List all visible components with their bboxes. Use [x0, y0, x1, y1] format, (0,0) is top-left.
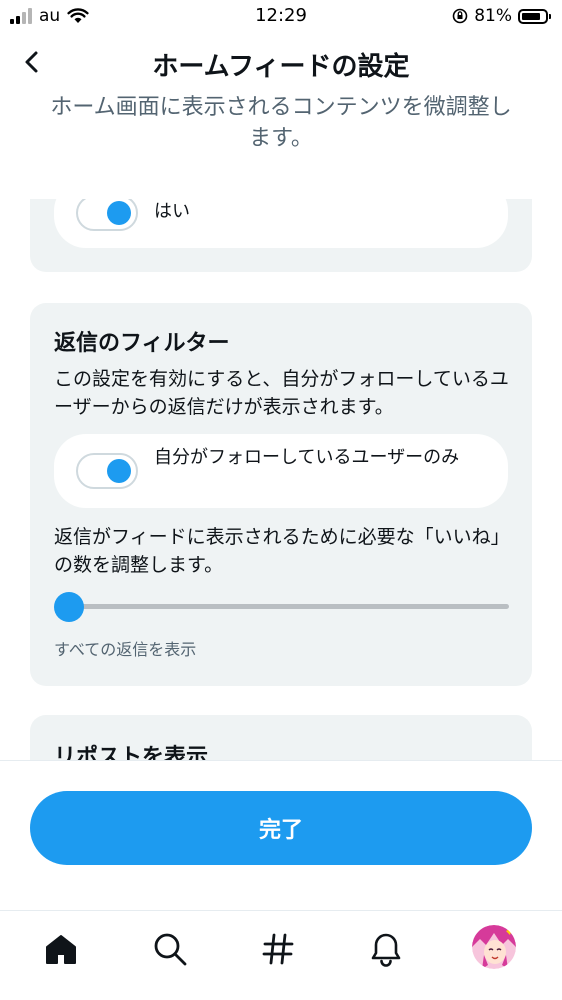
reposts-card: リポストを表示: [30, 715, 532, 760]
tab-home[interactable]: [39, 927, 83, 971]
reply-filter-heading: 返信のフィルター: [54, 331, 230, 356]
reply-filter-description: この設定を有効にすると、自分がフォローしているユーザーからの返信だけが表示されま…: [54, 368, 509, 418]
option-pill: はい: [54, 199, 508, 248]
tab-notifications[interactable]: [364, 927, 408, 971]
toggle-knob: [107, 201, 131, 225]
reposts-heading: リポストを表示: [54, 745, 209, 760]
hashtag-icon: [262, 933, 294, 965]
tab-explore[interactable]: [256, 927, 300, 971]
following-only-toggle[interactable]: [76, 453, 138, 489]
status-bar: au 12:29 81%: [0, 0, 562, 34]
battery-percent: 81%: [474, 6, 512, 26]
following-only-pill: 自分がフォローしているユーザーのみ: [54, 434, 508, 508]
toggle-knob: [107, 459, 131, 483]
likes-threshold-description: 返信がフィードに表示されるために必要な「いいね」の数を調整します。: [54, 526, 510, 576]
page-subtitle: ホーム画面に表示されるコンテンツを微調整します。: [50, 95, 512, 151]
orientation-lock-icon: [452, 8, 468, 24]
search-icon: [154, 933, 187, 966]
header: ホームフィードの設定 ホーム画面に表示されるコンテンツを微調整します。: [0, 34, 562, 199]
home-icon: [46, 935, 76, 964]
slider-caption: すべての返信を表示: [54, 640, 197, 659]
battery-icon: [518, 8, 551, 24]
settings-card-top: はい: [30, 199, 532, 272]
settings-scroll-area[interactable]: はい 返信のフィルター この設定を有効にすると、自分がフォローしているユーザーか…: [0, 199, 562, 760]
profile-avatar[interactable]: [472, 925, 516, 969]
slider-thumb[interactable]: [54, 592, 84, 622]
yes-toggle[interactable]: [76, 199, 138, 231]
page-title: ホームフィードの設定: [152, 52, 410, 82]
avatar-image: [472, 925, 516, 969]
yes-toggle-label: はい: [154, 201, 190, 222]
status-right: 81%: [452, 6, 551, 26]
likes-threshold-slider[interactable]: [54, 591, 509, 623]
tab-search[interactable]: [148, 927, 192, 971]
following-only-label: 自分がフォローしているユーザーのみ: [154, 447, 460, 468]
footer: 完了: [0, 760, 562, 911]
reply-filter-card: 返信のフィルター この設定を有効にすると、自分がフォローしているユーザーからの返…: [30, 303, 532, 686]
battery-level: [522, 12, 540, 20]
notifications-icon: [371, 933, 401, 967]
tab-bar: [0, 910, 562, 1000]
done-button[interactable]: 完了: [30, 791, 532, 865]
screen: au 12:29 81% ホームフィードの設定 ホーム画面に表示されるコンテンツ…: [0, 0, 562, 1000]
slider-track: [64, 604, 509, 609]
